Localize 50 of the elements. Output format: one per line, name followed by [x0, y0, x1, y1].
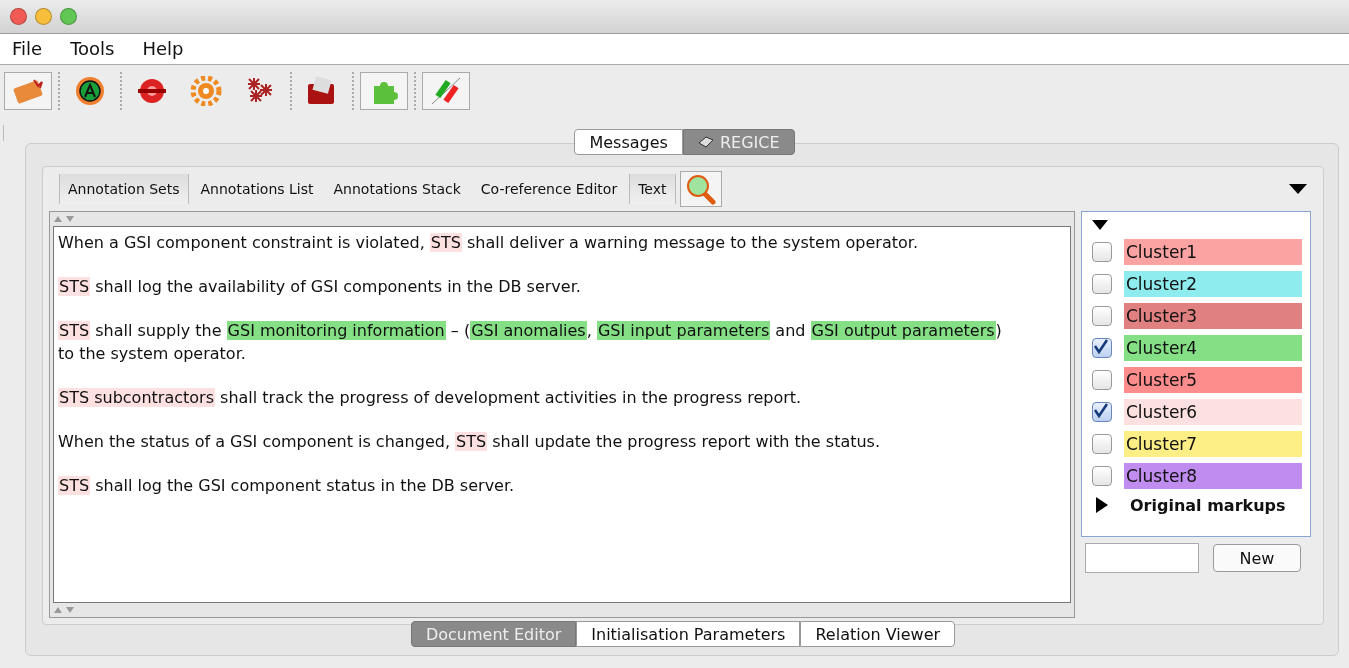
- scroll-arrows-icon[interactable]: [54, 606, 76, 614]
- cluster-label: Cluster3: [1124, 303, 1302, 329]
- menu-item[interactable]: Help: [142, 34, 184, 64]
- view-toggle[interactable]: Text: [629, 174, 676, 204]
- document-text-line: to the system operator.: [58, 343, 246, 365]
- document-text-line: STS subcontractors shall track the progress of development activities in the progress report.: [58, 387, 802, 409]
- expanded-triangle-icon[interactable]: [1092, 220, 1108, 230]
- view-toggle[interactable]: Annotations Stack: [325, 174, 469, 204]
- new-set-field[interactable]: [1085, 543, 1199, 573]
- tab[interactable]: Relation Viewer: [800, 621, 956, 647]
- dropdown-caret-icon[interactable]: [1289, 184, 1307, 194]
- tag-icon: [697, 136, 714, 148]
- menu-item[interactable]: File: [12, 34, 43, 64]
- cluster-label: Cluster6: [1124, 399, 1302, 425]
- zoom-button[interactable]: [60, 8, 77, 25]
- view-toggle[interactable]: Annotation Sets: [59, 174, 189, 204]
- document-text-line: STS shall log the availability of GSI components in the DB server.: [58, 276, 581, 298]
- collapsed-triangle-icon[interactable]: [1096, 497, 1108, 513]
- folder-icon[interactable]: [4, 72, 52, 110]
- checkbox[interactable]: [1092, 242, 1112, 262]
- checkbox[interactable]: [1092, 370, 1112, 390]
- scroll-arrows-icon[interactable]: [54, 215, 76, 223]
- checkbox[interactable]: [1092, 434, 1112, 454]
- checkbox[interactable]: [1092, 466, 1112, 486]
- checkbox[interactable]: [1092, 306, 1112, 326]
- checkbox[interactable]: [1092, 274, 1112, 294]
- new-button[interactable]: New: [1213, 544, 1301, 572]
- cluster-label: Cluster5: [1124, 367, 1302, 393]
- document-text-line: STS shall supply the GSI monitoring information – (GSI anomalies, GSI input parameters and GSI output parameters): [58, 320, 1002, 342]
- puzzle-icon[interactable]: [360, 72, 408, 110]
- cluster-label: Cluster8: [1124, 463, 1302, 489]
- minimize-button[interactable]: [35, 8, 52, 25]
- view-toggle[interactable]: Annotations List: [192, 174, 322, 204]
- pencils-icon[interactable]: [422, 72, 470, 110]
- cluster-label: Cluster1: [1124, 239, 1302, 265]
- checkbox[interactable]: [1092, 338, 1112, 358]
- document-text-line: When the status of a GSI component is changed, STS shall update the progress report with the status.: [58, 431, 881, 453]
- close-button[interactable]: [10, 8, 27, 25]
- checkbox[interactable]: [1092, 402, 1112, 422]
- tab[interactable]: Initialisation Parameters: [576, 621, 801, 647]
- cluster-label: Cluster4: [1124, 335, 1302, 361]
- search-button[interactable]: [679, 171, 722, 207]
- menu-item[interactable]: Tools: [70, 34, 115, 64]
- cluster-label: Cluster2: [1124, 271, 1302, 297]
- document-text-line: STS shall log the GSI component status in the DB server.: [58, 475, 515, 497]
- document-text-line: When a GSI component constraint is violated, STS shall deliver a warning message to the system operator.: [58, 232, 918, 254]
- view-toggle[interactable]: Co-reference Editor: [472, 174, 626, 204]
- cluster-label: Cluster7: [1124, 431, 1302, 457]
- original-markups-label: Original markups: [1130, 495, 1286, 515]
- tab[interactable]: Messages: [574, 129, 683, 155]
